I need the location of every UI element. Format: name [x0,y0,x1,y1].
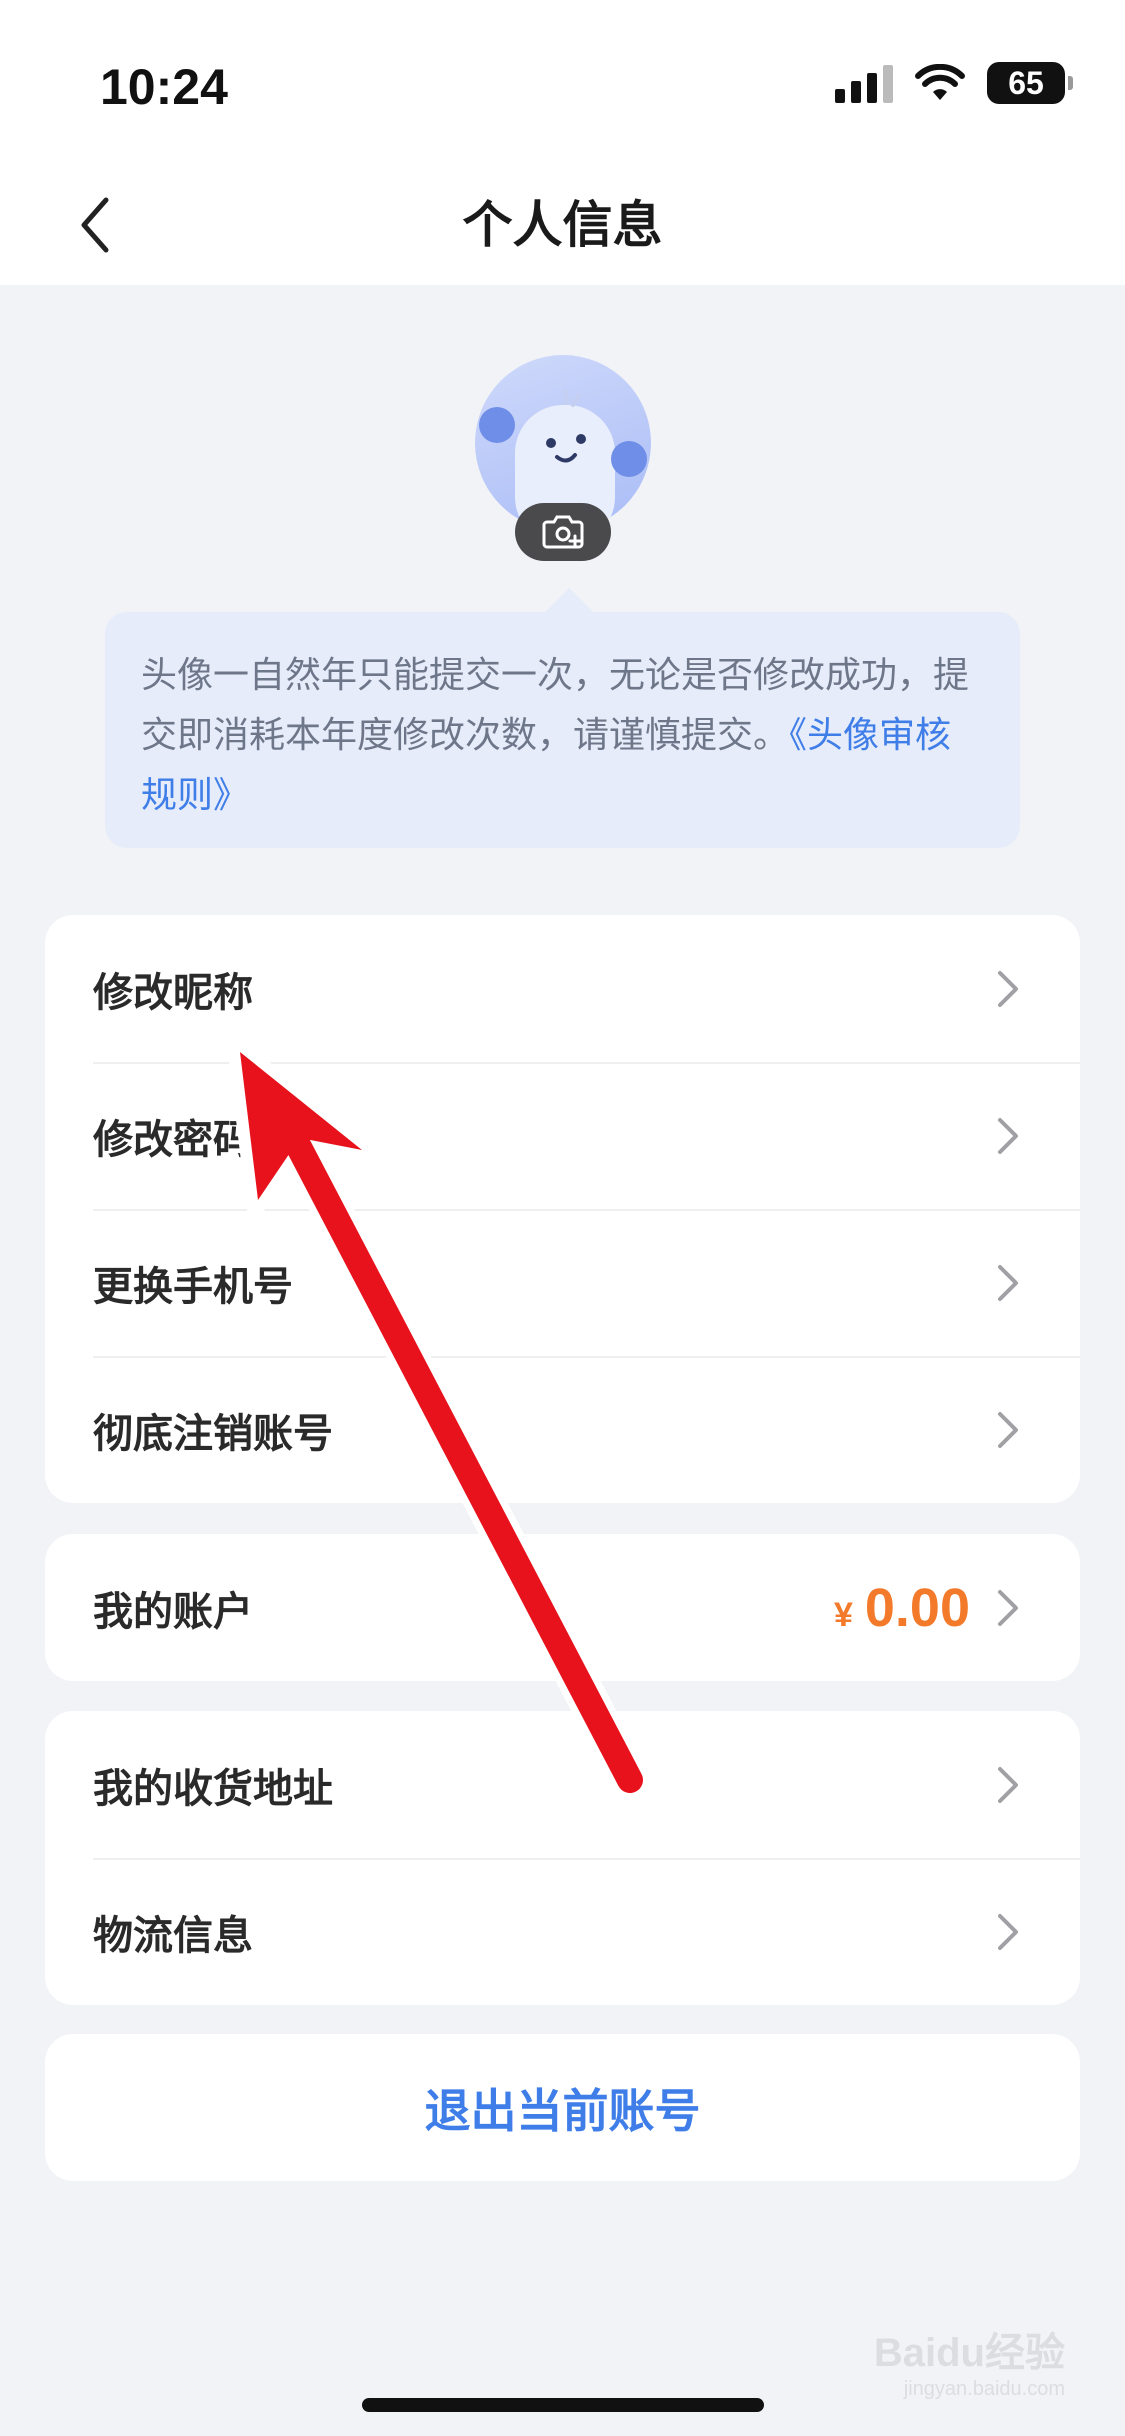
balance-amount: 0.00 [864,1577,970,1638]
avatar-tip: 头像一自然年只能提交一次，无论是否修改成功，提交即消耗本年度修改次数，请谨慎提交… [105,588,1020,848]
currency-symbol: ¥ [833,1595,853,1634]
row-label: 修改昵称 [93,969,253,1016]
baidu-watermark: Baidu经验 jingyan.baidu.com [874,2320,1065,2401]
cellular-signal-icon [835,63,893,103]
status-icons: 65 [835,62,1073,104]
edit-nickname-row[interactable]: 修改昵称 [45,915,1080,1062]
nav-bar: 个人信息 [0,175,1125,285]
address-card: 我的收货地址 物流信息 [45,1711,1080,2005]
chevron-right-icon [998,1913,1018,1950]
account-card: 我的账户 ¥ 0.00 [45,1534,1080,1681]
row-label: 更换手机号 [93,1263,293,1310]
wifi-icon [915,64,965,100]
home-indicator [362,2398,764,2412]
avatar-section[interactable] [475,355,651,561]
row-label: 我的收货地址 [93,1765,333,1812]
row-label: 我的账户 [93,1588,253,1635]
my-account-row[interactable]: 我的账户 ¥ 0.00 [45,1534,1080,1681]
chevron-right-icon [998,1264,1018,1301]
status-time: 10:24 [100,59,228,115]
camera-add-icon [542,515,584,549]
row-label: 修改密码 [93,1116,253,1163]
row-label: 物流信息 [93,1912,253,1959]
shipping-address-row[interactable]: 我的收货地址 [45,1711,1080,1858]
watermark-url: jingyan.baidu.com [903,2378,1065,2400]
page-title: 个人信息 [462,196,663,254]
chevron-right-icon [998,970,1018,1007]
change-avatar-button[interactable] [515,503,611,561]
chevron-right-icon [998,1117,1018,1154]
status-bar: 10:24 65 [0,0,1125,175]
chevron-right-icon [998,1411,1018,1448]
security-settings-card: 修改昵称 修改密码 更换手机号 彻底注销账号 [45,915,1080,1503]
logout-button[interactable]: 退出当前账号 [45,2034,1080,2181]
account-balance: ¥ 0.00 [834,1577,970,1639]
change-password-row[interactable]: 修改密码 [45,1062,1080,1209]
delete-account-row[interactable]: 彻底注销账号 [45,1356,1080,1503]
chevron-right-icon [998,1589,1018,1626]
battery-icon: 65 [987,62,1073,104]
chevron-right-icon [998,1766,1018,1803]
watermark-brand: Baidu经验 [873,2331,1065,2375]
logistics-info-row[interactable]: 物流信息 [45,1858,1080,2005]
change-phone-row[interactable]: 更换手机号 [45,1209,1080,1356]
row-label: 彻底注销账号 [93,1410,333,1457]
